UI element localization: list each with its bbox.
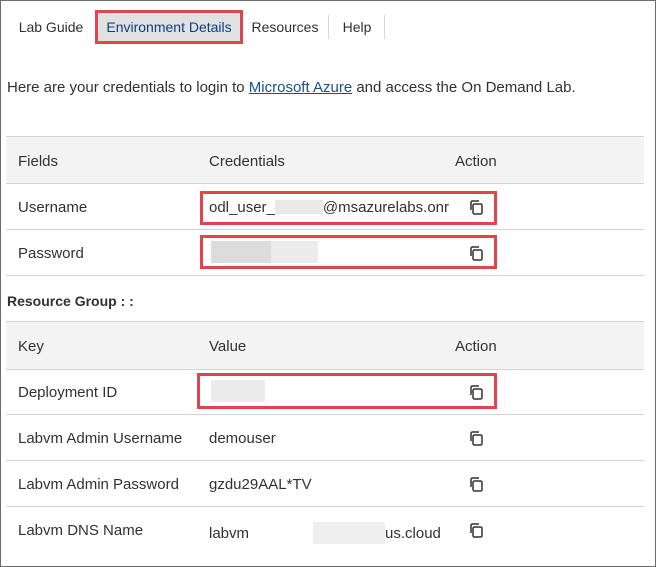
tab-separator [384,15,385,39]
key-deployment-id: Deployment ID [18,384,118,401]
redacted-block [249,524,314,538]
table-row: Username odl_user_ @msazurelabs.onr [6,183,644,229]
intro-before: Here are your credentials to login to [7,79,249,96]
redacted-block [313,522,386,544]
copy-icon[interactable] [468,199,484,215]
redacted-block [274,200,323,214]
table-row: Labvm Admin Password gzdu29AAL*TV [6,460,644,506]
labvm-dns-name-value[interactable]: labvm us.cloud [209,522,441,544]
dns-prefix: labvm [209,525,250,542]
copy-icon[interactable] [468,430,484,446]
tab-separator [328,15,329,39]
password-redacted [271,241,318,263]
tab-resources[interactable]: Resources [244,13,326,41]
column-header-fields: Fields [18,153,59,170]
column-header-credentials: Credentials [209,153,285,170]
column-header-value: Value [209,338,247,355]
table-header-row: Key Value Action [6,321,644,369]
copy-icon[interactable] [468,522,484,538]
microsoft-azure-link[interactable]: Microsoft Azure [249,79,352,96]
table-row: Deployment ID [6,369,644,414]
copy-icon[interactable] [468,245,484,261]
intro-after: and access the On Demand Lab. [352,79,576,96]
field-password-label: Password [18,245,84,262]
column-header-key: Key [18,338,44,355]
column-header-action: Action [455,338,497,355]
key-labvm-admin-password: Labvm Admin Password [18,476,179,493]
key-labvm-admin-username: Labvm Admin Username [18,430,183,447]
table-header-row: Fields Credentials Action [6,136,644,183]
copy-icon[interactable] [468,476,484,492]
deployment-id-redacted [211,380,265,402]
tab-environment-details[interactable]: Environment Details [98,13,240,41]
intro-text: Here are your credentials to login to Mi… [7,79,576,96]
dns-suffix: us.cloud [385,525,441,542]
username-suffix: @msazurelabs.onr [322,199,449,216]
field-username-label: Username [18,199,88,216]
resource-table: Key Value Action Deployment ID Labvm Adm… [6,321,644,553]
username-value[interactable]: odl_user_ @msazurelabs.onr [209,199,449,216]
table-row: Password [6,229,644,276]
table-row: Labvm DNS Name labvm us.cloud [6,506,644,552]
password-redacted [211,241,271,263]
environment-details-panel: Lab Guide Environment Details Resources … [0,0,656,567]
tab-help[interactable]: Help [331,13,383,41]
tab-bar: Lab Guide Environment Details Resources … [1,1,655,51]
tab-lab-guide[interactable]: Lab Guide [9,13,93,41]
column-header-action: Action [455,153,497,170]
table-row: Labvm Admin Username demouser [6,414,644,460]
credentials-table: Fields Credentials Action Username odl_u… [6,136,644,276]
resource-group-label: Resource Group : : [7,293,134,309]
labvm-admin-username-value[interactable]: demouser [209,430,276,447]
key-labvm-dns-name: Labvm DNS Name [18,522,144,539]
copy-icon[interactable] [468,384,484,400]
username-prefix: odl_user_ [209,199,275,216]
labvm-admin-password-value[interactable]: gzdu29AAL*TV [209,476,312,493]
